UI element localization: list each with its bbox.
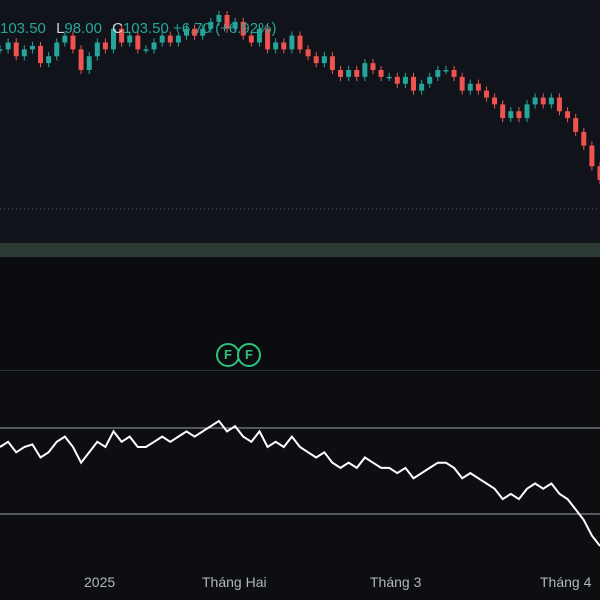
candle-body (378, 70, 384, 77)
candle-body (516, 111, 522, 119)
candle-body (524, 104, 530, 119)
candle-body (492, 97, 498, 105)
indicator-pane[interactable] (0, 371, 600, 564)
candle-body (70, 35, 76, 50)
indicator-line-chart (0, 419, 600, 547)
candle-body (0, 49, 3, 51)
candle-body (329, 56, 335, 70)
candle-body (581, 131, 587, 146)
candle-body (273, 42, 279, 50)
price-chart-pane[interactable]: 103.50 L98.00 C103.50 +6.70 (+6.92%) (0, 0, 600, 243)
candle-body (321, 56, 327, 64)
candle-body (305, 49, 311, 57)
indicator-series-line (0, 419, 600, 547)
candle-body (573, 118, 579, 132)
candle-body (451, 70, 457, 77)
candle-body (362, 63, 368, 77)
candle-body (29, 45, 35, 50)
candle-body (370, 63, 376, 70)
candle-body (419, 83, 425, 91)
candle-body (483, 90, 489, 98)
candle-body (354, 70, 360, 77)
candle-body (297, 35, 303, 50)
candle-body (135, 35, 141, 50)
candle-body (386, 76, 392, 79)
ohlc-legend: 103.50 L98.00 C103.50 +6.70 (+6.92%) (0, 20, 276, 37)
candle-body (589, 145, 595, 167)
close-prefix-value: 103.50 (0, 20, 46, 37)
candle-body (427, 76, 433, 84)
candle-body (38, 45, 44, 64)
events-pane[interactable] (0, 257, 600, 370)
change-value: +6.70 (+6.92%) (173, 20, 277, 37)
candle-body (435, 70, 441, 77)
time-label-mar: Tháng 3 (370, 574, 422, 590)
time-label-feb: Tháng Hai (202, 574, 267, 590)
candle-body (102, 42, 108, 50)
time-label-2025: 2025 (84, 574, 116, 590)
candle-body (289, 35, 295, 50)
candle-body (78, 49, 84, 70)
low-value: 98.00 (64, 20, 102, 37)
candle-body (532, 97, 538, 105)
candle-body (281, 42, 287, 50)
event-marker-f-2[interactable]: F (237, 343, 261, 367)
candle-body (443, 70, 449, 72)
candle-body (565, 111, 571, 119)
candle-body (21, 49, 27, 57)
candle-body (475, 83, 481, 91)
candle-body (86, 56, 92, 70)
candle-body (94, 42, 100, 57)
candle-body (338, 70, 344, 77)
candle-body (5, 42, 11, 50)
candle-body (500, 104, 506, 119)
candle-body (143, 49, 149, 51)
close-key: C (112, 20, 123, 37)
candle-body (540, 97, 546, 105)
candle-body (346, 70, 352, 77)
candle-body (394, 76, 400, 84)
candle-body (411, 76, 417, 91)
time-label-apr: Tháng 4 (540, 574, 592, 590)
candle-body (548, 97, 554, 105)
candle-body (13, 42, 19, 57)
close-value: 103.50 (122, 20, 169, 37)
pane-separator[interactable] (0, 243, 600, 257)
candle-body (151, 42, 157, 50)
candle-body (467, 83, 473, 91)
candle-body (402, 76, 408, 84)
candle-body (46, 56, 52, 64)
candle-body (54, 42, 60, 57)
candle-body (556, 97, 562, 112)
candle-body (508, 111, 514, 119)
candle-body (459, 76, 465, 91)
candle-body (313, 56, 319, 64)
